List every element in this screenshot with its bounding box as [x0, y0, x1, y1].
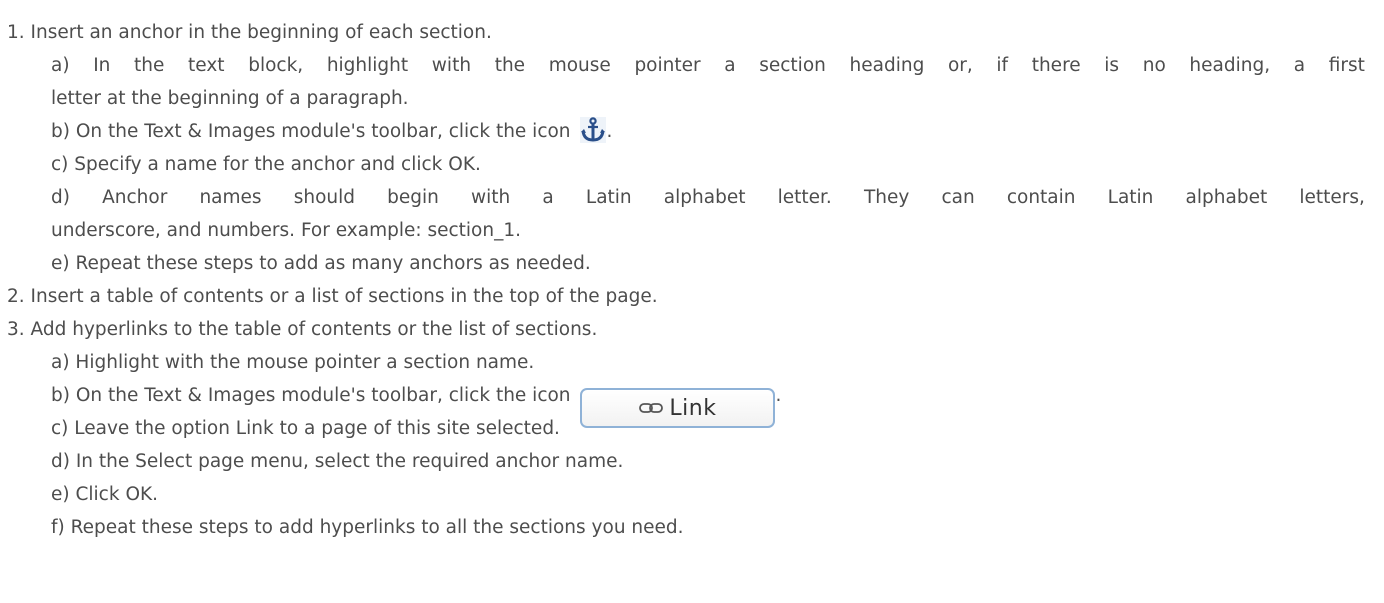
step-1d-line1: d) Anchor names should begin with a Latin alphab…: [51, 181, 1365, 214]
step-3b-text: b) On the Text & Images module's toolbar…: [51, 385, 571, 406]
word: first: [1328, 55, 1365, 76]
word: names: [199, 187, 262, 208]
step-3a-text: a) Highlight with the mouse pointer a se…: [51, 352, 535, 373]
word: d): [51, 187, 70, 208]
word: alphabet: [663, 187, 746, 208]
step-3e-text: e) Click OK.: [51, 484, 159, 505]
step-1e: e) Repeat these steps to add as many anc…: [0, 247, 1384, 280]
step-1d: d) Anchor names should begin with a Latin alphab…: [0, 181, 1384, 214]
step-3d: d) In the Select page menu, select the r…: [0, 445, 1384, 478]
word: there: [1031, 55, 1081, 76]
anchor-icon: [580, 117, 607, 143]
step-1: 1. Insert an anchor in the beginning of …: [0, 16, 1384, 49]
step-3-text: 3. Add hyperlinks to the table of conten…: [7, 319, 598, 340]
word: Anchor: [102, 187, 168, 208]
word: is: [1104, 55, 1120, 76]
step-3c: c) Leave the option Link to a page of th…: [0, 412, 1384, 445]
step-3d-text: d) In the Select page menu, select the r…: [51, 451, 624, 472]
word: no: [1142, 55, 1166, 76]
word: begin: [387, 187, 439, 208]
word: if: [996, 55, 1009, 76]
word: highlight: [326, 55, 409, 76]
step-3: 3. Add hyperlinks to the table of conten…: [0, 313, 1384, 346]
step-3c-text: c) Leave the option Link to a page of th…: [51, 418, 560, 439]
word: In: [93, 55, 111, 76]
word: a: [724, 55, 736, 76]
step-3b-period: .: [775, 385, 782, 406]
step-1b-period: .: [606, 121, 613, 142]
word: or,: [947, 55, 973, 76]
word: section: [759, 55, 826, 76]
step-1b-text: b) On the Text & Images module's toolbar…: [51, 121, 571, 142]
word: a: [1293, 55, 1306, 76]
word: alphabet: [1185, 187, 1268, 208]
word: They: [863, 187, 910, 208]
step-1c: c) Specify a name for the anchor and cli…: [0, 148, 1384, 181]
word: mouse: [548, 55, 611, 76]
step-1d-line2: underscore, and numbers. For example: se…: [51, 220, 521, 241]
step-1e-text: e) Repeat these steps to add as many anc…: [51, 253, 591, 274]
word: contain: [1006, 187, 1076, 208]
step-1a-cont: letter at the beginning of a paragraph.: [0, 82, 1384, 115]
step-1b: b) On the Text & Images module's toolbar…: [0, 115, 1384, 148]
word: a): [51, 55, 70, 76]
word: letter.: [777, 187, 832, 208]
step-1-text: 1. Insert an anchor in the beginning of …: [7, 22, 492, 43]
step-1a-line1: a) In the text block, highlight with the mouse po…: [51, 49, 1365, 82]
word: should: [293, 187, 355, 208]
word: block,: [248, 55, 304, 76]
word: with: [471, 187, 511, 208]
instructions-document: 1. Insert an anchor in the beginning of …: [0, 0, 1384, 544]
word: can: [941, 187, 975, 208]
step-3b: b) On the Text & Images module's toolbar…: [0, 379, 1384, 428]
word: text: [188, 55, 225, 76]
word: a: [542, 187, 554, 208]
word: Latin: [1107, 187, 1154, 208]
step-1c-text: c) Specify a name for the anchor and cli…: [51, 154, 481, 175]
word: the: [134, 55, 165, 76]
step-1d-cont: underscore, and numbers. For example: se…: [0, 214, 1384, 247]
word: pointer: [634, 55, 701, 76]
word: heading,: [1189, 55, 1271, 76]
word: Latin: [585, 187, 632, 208]
step-1a: a) In the text block, highlight with the mouse po…: [0, 49, 1384, 82]
step-3f-text: f) Repeat these steps to add hyperlinks …: [51, 517, 684, 538]
step-1a-line2: letter at the beginning of a paragraph.: [51, 88, 409, 109]
word: heading: [849, 55, 925, 76]
step-3e: e) Click OK.: [0, 478, 1384, 511]
word: the: [494, 55, 526, 76]
word: letters,: [1299, 187, 1365, 208]
word: with: [431, 55, 472, 76]
step-2: 2. Insert a table of contents or a list …: [0, 280, 1384, 313]
step-3a: a) Highlight with the mouse pointer a se…: [0, 346, 1384, 379]
step-2-text: 2. Insert a table of contents or a list …: [7, 286, 658, 307]
step-3f: f) Repeat these steps to add hyperlinks …: [0, 511, 1384, 544]
